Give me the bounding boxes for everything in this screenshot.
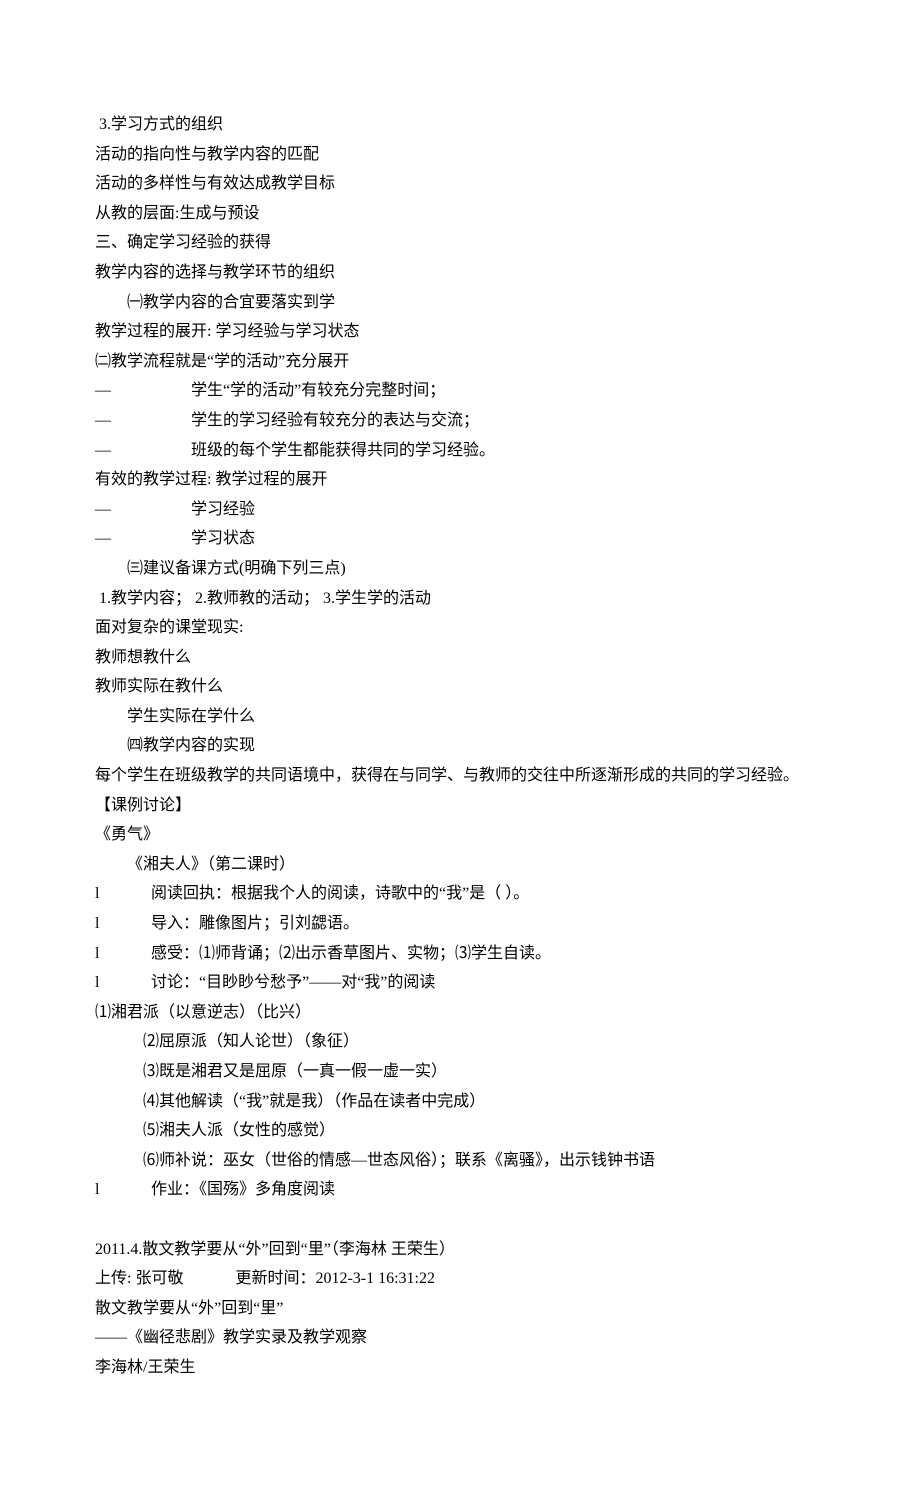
text-line: 1.教学内容； 2.教师教的活动； 3.学生学的活动 [95,584,825,614]
text-line: 教学内容的选择与教学环节的组织 [95,258,825,288]
dash-item: — 学习经验 [95,495,825,525]
text-line: ㈣教学内容的实现 [95,731,825,761]
text-line: ⑶既是湘君又是屈原（一真一假一虚一实） [95,1057,825,1087]
text-line: 3.学习方式的组织 [95,110,825,140]
dash-text: 班级的每个学生都能获得共同的学习经验。 [191,436,495,466]
l-mark: l [95,1175,151,1205]
dash-text: 学习经验 [191,495,255,525]
authors: 李海林/王荣生 [95,1353,825,1383]
text-line: 活动的多样性与有效达成教学目标 [95,169,825,199]
dash-item: — 班级的每个学生都能获得共同的学习经验。 [95,436,825,466]
title: 《湘夫人》（第二课时） [95,850,825,880]
subtitle: ——《幽径悲剧》教学实录及教学观察 [95,1323,825,1353]
text-line: ⑵屈原派（知人论世）（象征） [95,1027,825,1057]
dash-item: — 学生“学的活动”有较充分完整时间； [95,376,825,406]
discussion-heading: 【课例讨论】 [95,791,825,821]
list-text: 作业：《国殇》多角度阅读 [151,1175,335,1205]
text-line: 教学过程的展开: 学习经验与学习状态 [95,317,825,347]
list-item: l 阅读回执：根据我个人的阅读，诗歌中的“我”是（ ）。 [95,879,825,909]
list-item: l 讨论：“目眇眇兮愁予”——对“我”的阅读 [95,968,825,998]
text-line: ㈡教学流程就是“学的活动”充分展开 [95,347,825,377]
dash-text: 学生“学的活动”有较充分完整时间； [191,376,445,406]
l-mark: l [95,939,151,969]
text-line: ⑸湘夫人派（女性的感觉） [95,1116,825,1146]
text-line: ⑴湘君派（以意逆志）（比兴） [95,998,825,1028]
dash-item: — 学生的学习经验有较充分的表达与交流； [95,406,825,436]
paragraph: 每个学生在班级教学的共同语境中，获得在与同学、与教师的交往中所逐渐形成的共同的学… [95,761,825,791]
list-item: l 导入：雕像图片；引刘勰语。 [95,909,825,939]
text-line: 从教的层面:生成与预设 [95,199,825,229]
dash-icon: — [95,495,191,525]
l-mark: l [95,968,151,998]
dash-icon: — [95,436,191,466]
dash-icon: — [95,376,191,406]
text-line: 有效的教学过程: 教学过程的展开 [95,465,825,495]
list-item: l 感受：⑴师背诵；⑵出示香草图片、实物；⑶学生自读。 [95,939,825,969]
section-heading: 三、确定学习经验的获得 [95,228,825,258]
dash-item: — 学习状态 [95,524,825,554]
text-line: 面对复杂的课堂现实: [95,613,825,643]
l-mark: l [95,909,151,939]
l-mark: l [95,879,151,909]
title: 《勇气》 [95,820,825,850]
text-line: 学生实际在学什么 [95,702,825,732]
text-line: 活动的指向性与教学内容的匹配 [95,140,825,170]
upload-info: 上传: 张可敬 更新时间：2012-3-1 16:31:22 [95,1264,825,1294]
text-line: ⑷其他解读（“我”就是我）（作品在读者中完成） [95,1087,825,1117]
list-text: 讨论：“目眇眇兮愁予”——对“我”的阅读 [151,968,435,998]
text-line: 教师想教什么 [95,643,825,673]
list-item: l 作业：《国殇》多角度阅读 [95,1175,825,1205]
list-text: 阅读回执：根据我个人的阅读，诗歌中的“我”是（ ）。 [151,879,529,909]
dash-text: 学生的学习经验有较充分的表达与交流； [191,406,479,436]
text-line: ㈢建议备课方式(明确下列三点) [95,554,825,584]
list-text: 导入：雕像图片；引刘勰语。 [151,909,359,939]
list-text: 感受：⑴师背诵；⑵出示香草图片、实物；⑶学生自读。 [151,939,551,969]
dash-text: 学习状态 [191,524,255,554]
spacer [95,1205,825,1235]
text-line: ㈠教学内容的合宜要落实到学 [95,288,825,318]
text-line: 教师实际在教什么 [95,672,825,702]
text-line: ⑹师补说：巫女（世俗的情感—世态风俗）；联系《离骚》，出示钱钟书语 [95,1146,825,1176]
dash-icon: — [95,524,191,554]
dash-icon: — [95,406,191,436]
subtitle: 散文教学要从“外”回到“里” [95,1294,825,1324]
article-title: 2011.4.散文教学要从“外”回到“里”（李海林 王荣生） [95,1235,825,1265]
